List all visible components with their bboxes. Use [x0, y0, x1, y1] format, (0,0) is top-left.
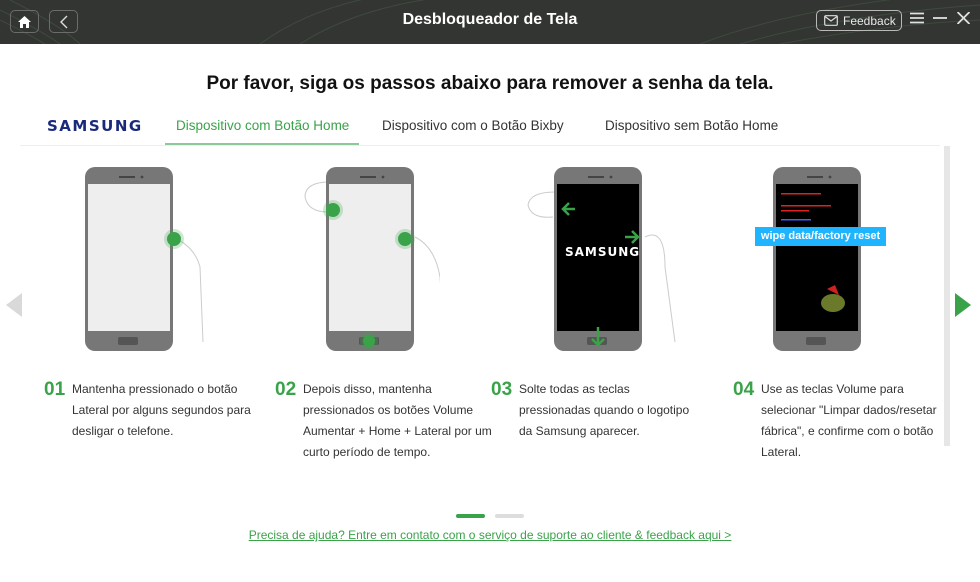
prev-arrow-button[interactable] — [6, 293, 22, 321]
title-bar: Desbloqueador de Tela Feedback — [0, 0, 980, 44]
step-1-illustration — [83, 167, 204, 353]
feedback-label: Feedback — [843, 13, 896, 28]
chevron-left-icon — [6, 293, 22, 317]
step-4-illustration: wipe data/factory reset — [755, 167, 895, 353]
menu-icon — [910, 12, 924, 24]
close-button[interactable] — [956, 9, 971, 29]
press-indicator — [167, 232, 181, 246]
step-number: 01 — [44, 379, 66, 400]
page-dot-2[interactable] — [495, 514, 524, 518]
tabs-divider — [20, 145, 940, 146]
phone-screen — [88, 184, 170, 331]
step-text: Depois disso, mantenha pressionados os b… — [303, 382, 492, 459]
hand-outline — [172, 236, 204, 343]
step-3-illustration: SAMSUNG — [525, 167, 685, 353]
page-heading: Por favor, siga os passos abaixo para re… — [206, 73, 774, 94]
page-dot-1[interactable] — [456, 514, 485, 518]
samsung-boot-logo: SAMSUNG — [565, 245, 641, 259]
pagination-dots — [456, 514, 524, 518]
step-number: 03 — [491, 379, 513, 400]
step-text: Solte todas as teclas pressionadas quand… — [519, 382, 690, 438]
chevron-right-icon — [955, 293, 971, 317]
step-number: 04 — [733, 379, 755, 400]
mail-icon — [824, 15, 838, 26]
tab-home-button-device[interactable]: Dispositivo com Botão Home — [176, 118, 349, 133]
step-text: Use as teclas Volume para selecionar "Li… — [761, 382, 937, 459]
close-icon — [956, 11, 971, 25]
tab-bixby-button-device[interactable]: Dispositivo com o Botão Bixby — [382, 118, 564, 133]
step-2-illustration — [300, 167, 446, 353]
minimize-icon — [933, 17, 947, 19]
minimize-button[interactable] — [933, 9, 947, 29]
feedback-button[interactable]: Feedback — [816, 10, 902, 31]
recovery-option-highlight: wipe data/factory reset — [755, 227, 886, 246]
next-arrow-button[interactable] — [955, 293, 971, 321]
scrollbar[interactable] — [944, 146, 950, 446]
tab-no-home-button-device[interactable]: Dispositivo sem Botão Home — [605, 118, 778, 133]
samsung-logo: SAMSUNG — [47, 117, 143, 135]
step-number: 02 — [275, 379, 297, 400]
support-link[interactable]: Precisa de ajuda? Entre em contato com o… — [0, 528, 980, 542]
menu-button[interactable] — [910, 9, 924, 29]
step-text: Mantenha pressionado o botão Lateral por… — [72, 382, 251, 438]
